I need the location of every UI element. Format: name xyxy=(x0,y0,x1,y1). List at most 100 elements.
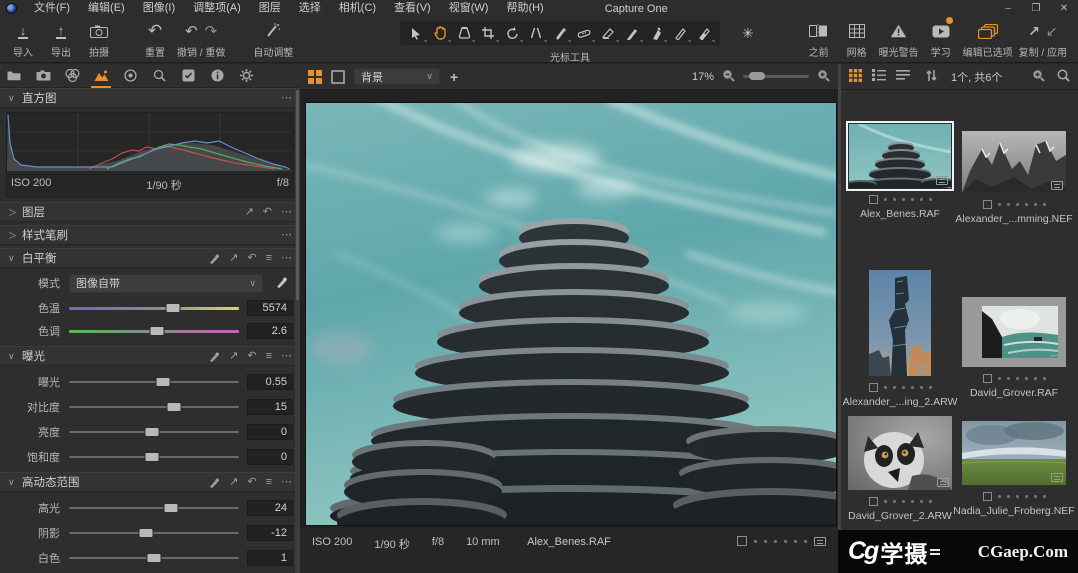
tint-slider[interactable] xyxy=(69,330,239,333)
add-layer-icon[interactable]: + xyxy=(450,69,458,85)
single-view-icon[interactable] xyxy=(331,70,345,84)
spot-removal-tool[interactable] xyxy=(548,23,572,43)
shadows-value[interactable]: -12 xyxy=(247,525,293,541)
brightness-value[interactable]: 0 xyxy=(247,424,293,440)
tab-color[interactable] xyxy=(64,67,80,85)
slider-thumb[interactable] xyxy=(138,528,153,538)
slider-thumb[interactable] xyxy=(145,452,160,462)
thumbnail-david-grover[interactable]: David_Grover.RAF xyxy=(958,270,1070,399)
thumb-rating[interactable] xyxy=(869,497,932,506)
exposure-slider[interactable] xyxy=(69,381,239,383)
before-after-button[interactable]: 之前 xyxy=(800,20,838,59)
thumb-rating[interactable] xyxy=(983,200,1046,209)
erase-mask-tool[interactable] xyxy=(668,23,692,43)
zoom-in-icon[interactable] xyxy=(817,69,830,85)
eyedropper-icon[interactable] xyxy=(209,477,220,488)
tab-metadata[interactable] xyxy=(180,67,196,85)
crop-tool[interactable] xyxy=(476,23,500,43)
section-layers-header[interactable]: ＞ 图层 ↗↶⋯ xyxy=(0,202,300,222)
exposure-value[interactable]: 0.55 xyxy=(247,374,293,390)
reset-icon[interactable]: ↶ xyxy=(263,206,272,218)
whites-slider[interactable] xyxy=(69,557,239,559)
tab-lens[interactable] xyxy=(122,67,138,85)
thumbnail-david-grover-2[interactable]: David_Grover_2.ARW xyxy=(844,416,956,522)
export-button[interactable]: ↑ 导出 xyxy=(42,20,80,59)
tab-exposure[interactable] xyxy=(93,67,109,85)
more-icon[interactable]: ⋯ xyxy=(281,92,292,104)
more-icon[interactable]: ⋯ xyxy=(281,252,292,264)
copy-apply-button[interactable]: ↗↙ 复制 / 应用 xyxy=(1016,20,1070,59)
list-view-icon[interactable] xyxy=(872,69,886,84)
contrast-slider[interactable] xyxy=(69,406,239,408)
wb-picker-button[interactable] xyxy=(271,276,293,291)
copy-arrow-icon[interactable]: ↗ xyxy=(245,206,254,218)
menu-view[interactable]: 查看(V) xyxy=(385,0,440,17)
menu-select[interactable]: 选择 xyxy=(290,0,330,17)
section-white-balance-header[interactable]: ∨ 白平衡 ↗ ↶ ≡ ⋯ xyxy=(0,248,300,268)
zoom-slider-thumb[interactable] xyxy=(749,72,765,80)
thumb-rating[interactable] xyxy=(869,195,932,204)
wb-mode-dropdown[interactable]: 图像自带 ∨ xyxy=(69,274,263,293)
thumb-rating[interactable] xyxy=(869,383,932,392)
import-button[interactable]: ↓ 导入 xyxy=(4,20,42,59)
section-exposure-header[interactable]: ∨ 曝光 ↗ ↶ ≡ ⋯ xyxy=(0,346,300,366)
presets-icon[interactable]: ≡ xyxy=(266,252,272,264)
highlights-value[interactable]: 24 xyxy=(247,500,293,516)
maximize-button[interactable]: ❐ xyxy=(1022,0,1050,17)
zoom-percent[interactable]: 17% xyxy=(692,71,714,83)
copy-arrow-icon[interactable]: ↗ xyxy=(229,350,238,362)
select-tool[interactable] xyxy=(404,23,428,43)
section-style-brushes-header[interactable]: ＞ 样式笔刷 ⋯ xyxy=(0,225,300,245)
highlights-slider[interactable] xyxy=(69,507,239,509)
thumb-rating[interactable] xyxy=(983,374,1046,383)
menu-layer[interactable]: 图层 xyxy=(250,0,290,17)
undo-redo-buttons[interactable]: ↶↷ 撤销 / 重做 xyxy=(174,20,228,59)
capture-button[interactable]: 拍摄 xyxy=(80,20,118,59)
saturation-value[interactable]: 0 xyxy=(247,449,293,465)
filmstrip-view-icon[interactable] xyxy=(896,69,910,84)
whites-value[interactable]: 1 xyxy=(247,550,293,566)
heal-brush-tool[interactable] xyxy=(572,23,596,43)
eyedropper-icon[interactable] xyxy=(209,351,220,362)
more-icon[interactable]: ⋯ xyxy=(281,350,292,362)
edit-selected-button[interactable]: 编辑已选项 xyxy=(960,20,1016,59)
menu-help[interactable]: 帮助(H) xyxy=(497,0,552,17)
slider-thumb[interactable] xyxy=(164,503,179,513)
pan-tool[interactable] xyxy=(428,23,452,43)
gradient-mask-tool[interactable] xyxy=(692,23,716,43)
menu-camera[interactable]: 相机(C) xyxy=(330,0,385,17)
copy-arrow-icon[interactable]: ↗ xyxy=(229,252,238,264)
rotate-tool[interactable] xyxy=(500,23,524,43)
speed-edit-icon[interactable]: ✳ xyxy=(742,25,754,42)
tab-settings[interactable] xyxy=(238,67,254,85)
slider-thumb[interactable] xyxy=(150,326,165,336)
more-icon[interactable]: ⋯ xyxy=(281,476,292,488)
search-icon[interactable] xyxy=(1057,69,1070,85)
menu-adjustments[interactable]: 调整项(A) xyxy=(184,0,250,17)
clone-brush-tool[interactable] xyxy=(596,23,620,43)
minimize-button[interactable]: – xyxy=(994,0,1022,17)
menu-image[interactable]: 图像(I) xyxy=(134,0,184,17)
grid-view-icon[interactable] xyxy=(849,69,862,85)
more-icon[interactable]: ⋯ xyxy=(281,229,292,241)
eyedropper-icon[interactable] xyxy=(209,253,220,264)
slider-thumb[interactable] xyxy=(145,427,160,437)
slider-thumb[interactable] xyxy=(167,402,182,412)
contrast-value[interactable]: 15 xyxy=(247,399,293,415)
temperature-value[interactable]: 5574 xyxy=(247,300,293,316)
shadows-slider[interactable] xyxy=(69,532,239,534)
layer-dropdown[interactable]: 背景 ∨ xyxy=(354,68,440,85)
loupe-tool[interactable] xyxy=(452,23,476,43)
reset-icon[interactable]: ↶ xyxy=(247,252,256,264)
thumb-zoom-icon[interactable] xyxy=(1032,69,1045,85)
menu-file[interactable]: 文件(F) xyxy=(25,0,79,17)
section-hdr-header[interactable]: ∨ 高动态范围 ↗ ↶ ≡ ⋯ xyxy=(0,472,300,492)
more-icon[interactable]: ⋯ xyxy=(281,206,292,218)
multi-view-icon[interactable] xyxy=(308,70,322,84)
zoom-slider[interactable] xyxy=(743,75,809,78)
auto-adjust-button[interactable]: 自动调整 xyxy=(250,20,296,59)
saturation-slider[interactable] xyxy=(69,456,239,458)
menu-edit[interactable]: 编辑(E) xyxy=(79,0,134,17)
slider-thumb[interactable] xyxy=(155,377,170,387)
tab-capture[interactable] xyxy=(35,67,51,85)
